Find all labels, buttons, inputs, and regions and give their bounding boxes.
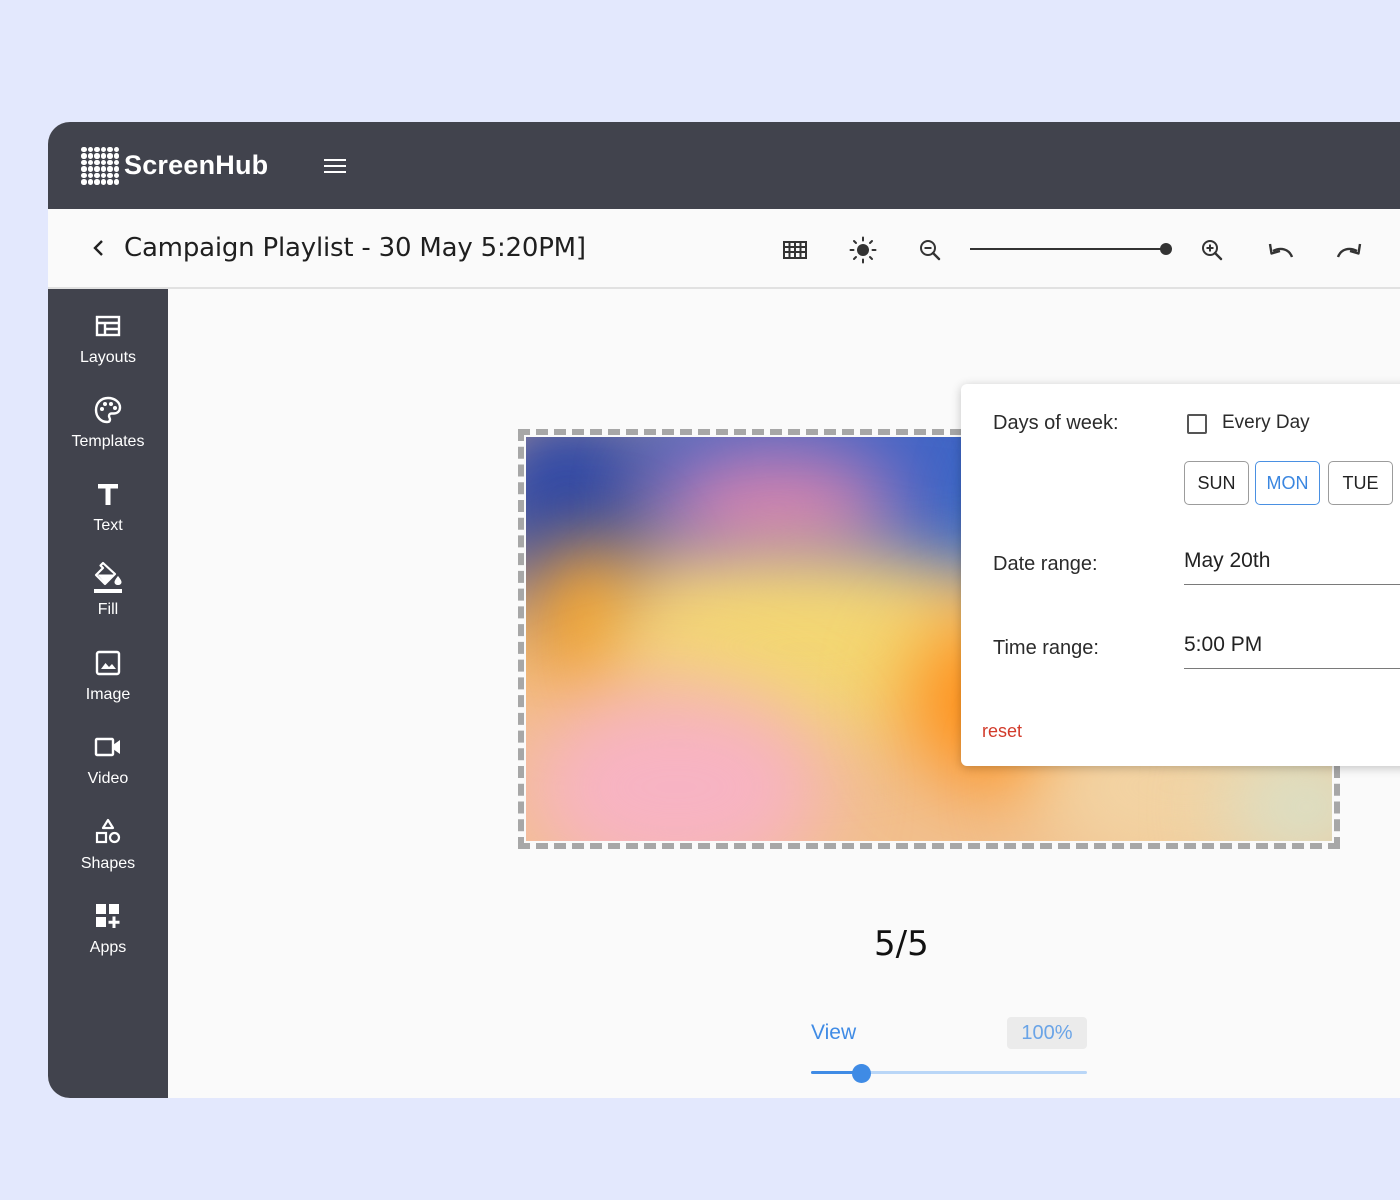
day-button-tue[interactable]: TUE bbox=[1328, 461, 1393, 505]
time-range-label: Time range: bbox=[993, 637, 1099, 659]
sidebar-item-shapes[interactable]: Shapes bbox=[48, 809, 168, 889]
sidebar-item-label: Templates bbox=[71, 433, 145, 450]
date-range-input[interactable]: May 20th bbox=[1184, 549, 1400, 585]
logo[interactable]: ScreenHub bbox=[80, 146, 268, 186]
page-title: Campaign Playlist - 30 May 5:20PM] bbox=[124, 233, 586, 263]
zoom-slider-track bbox=[970, 248, 1166, 250]
logo-text: ScreenHub bbox=[124, 150, 269, 180]
reset-link[interactable]: reset bbox=[982, 721, 1022, 742]
video-icon bbox=[93, 732, 123, 762]
sidebar-item-label: Shapes bbox=[80, 855, 136, 872]
sidebar-item-image[interactable]: Image bbox=[48, 640, 168, 720]
layout-icon bbox=[93, 311, 123, 341]
zoom-in-icon[interactable] bbox=[1195, 233, 1229, 267]
day-button-mon[interactable]: MON bbox=[1255, 461, 1320, 505]
shapes-icon bbox=[93, 817, 123, 847]
text-icon bbox=[93, 479, 123, 509]
back-chevron-icon[interactable] bbox=[88, 233, 108, 263]
zoom-percent-badge: 100% bbox=[1007, 1017, 1087, 1049]
view-label: View bbox=[811, 1021, 857, 1044]
time-range-input[interactable]: 5:00 PM bbox=[1184, 633, 1400, 669]
grid-icon[interactable] bbox=[778, 233, 812, 267]
fill-icon bbox=[93, 561, 123, 593]
tool-sidebar: Layouts Templates Text Fill Image Video … bbox=[48, 289, 168, 1098]
sidebar-item-label: Apps bbox=[89, 939, 127, 956]
brightness-icon[interactable] bbox=[846, 233, 880, 267]
logo-grid-icon bbox=[80, 146, 120, 186]
page-indicator: 5/5 bbox=[874, 924, 929, 964]
date-range-label: Date range: bbox=[993, 553, 1098, 575]
sidebar-item-templates[interactable]: Templates bbox=[48, 387, 168, 467]
sidebar-item-text[interactable]: Text bbox=[48, 471, 168, 551]
sidebar-item-video[interactable]: Video bbox=[48, 724, 168, 804]
sidebar-item-label: Video bbox=[87, 770, 129, 787]
day-button-sun[interactable]: SUN bbox=[1184, 461, 1249, 505]
days-of-week-label: Days of week: bbox=[993, 412, 1119, 434]
apps-icon bbox=[93, 901, 123, 931]
every-day-checkbox[interactable] bbox=[1187, 414, 1207, 434]
sidebar-item-label: Fill bbox=[97, 601, 119, 618]
schedule-popup: Days of week: Every Day SUN MON TUE Date… bbox=[961, 384, 1400, 766]
zoom-out-icon[interactable] bbox=[913, 233, 947, 267]
sidebar-item-apps[interactable]: Apps bbox=[48, 893, 168, 973]
sidebar-item-label: Image bbox=[85, 686, 131, 703]
sidebar-item-label: Text bbox=[93, 517, 123, 534]
undo-icon[interactable] bbox=[1264, 233, 1298, 267]
editor-toolbar: Campaign Playlist - 30 May 5:20PM] bbox=[48, 209, 1400, 289]
top-bar: ScreenHub bbox=[48, 122, 1400, 209]
view-slider-knob[interactable] bbox=[851, 1064, 871, 1083]
sidebar-item-label: Layouts bbox=[79, 349, 137, 366]
redo-icon[interactable] bbox=[1332, 233, 1366, 267]
app-window: ScreenHub Campaign Playlist - 30 May 5:2… bbox=[48, 122, 1400, 1098]
sidebar-item-fill[interactable]: Fill bbox=[48, 555, 168, 635]
zoom-slider[interactable] bbox=[970, 243, 1172, 255]
zoom-slider-thumb[interactable] bbox=[1160, 243, 1172, 255]
palette-icon bbox=[93, 395, 123, 425]
sidebar-item-layouts[interactable]: Layouts bbox=[48, 303, 168, 383]
menu-icon[interactable] bbox=[324, 158, 347, 174]
view-slider[interactable] bbox=[811, 1064, 1087, 1084]
every-day-label[interactable]: Every Day bbox=[1222, 412, 1310, 434]
image-icon bbox=[93, 648, 123, 678]
